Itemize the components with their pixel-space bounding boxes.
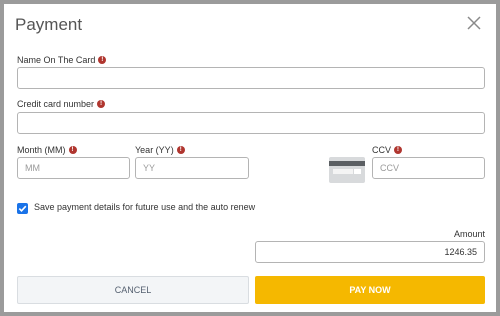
year-input[interactable]: YY [135,157,249,179]
card-number-label: Credit card number ! [17,99,106,109]
required-icon: ! [394,146,403,154]
payment-dialog: Payment Name On The Card ! Credit card n… [4,4,496,312]
dialog-title: Payment [15,15,83,34]
close-icon[interactable] [467,16,485,34]
required-icon: ! [68,146,77,154]
card-signature-strip [333,169,353,174]
required-icon: ! [97,100,106,108]
required-icon: ! [98,56,107,64]
year-label: Year (YY) ! [135,145,185,155]
credit-card-back-icon [329,157,365,183]
amount-label: Amount [453,229,485,239]
month-label: Month (MM) ! [17,145,77,155]
checkmark-icon [18,205,27,212]
name-on-card-input[interactable] [17,67,485,89]
ccv-input[interactable]: CCV [372,157,485,179]
amount-input[interactable]: 1246.35 [255,241,485,263]
pay-now-button[interactable]: PAY NOW [255,276,485,304]
ccv-label: CCV ! [372,145,403,155]
cancel-button[interactable]: CANCEL [17,276,249,304]
save-details-label: Save payment details for future use and … [34,202,256,212]
required-icon: ! [176,146,185,154]
card-cvv-box [354,169,361,174]
card-number-input[interactable] [17,112,485,134]
month-input[interactable]: MM [17,157,130,179]
name-on-card-label: Name On The Card ! [17,55,107,65]
save-details-checkbox[interactable] [17,203,28,214]
card-magnetic-stripe [329,161,365,166]
